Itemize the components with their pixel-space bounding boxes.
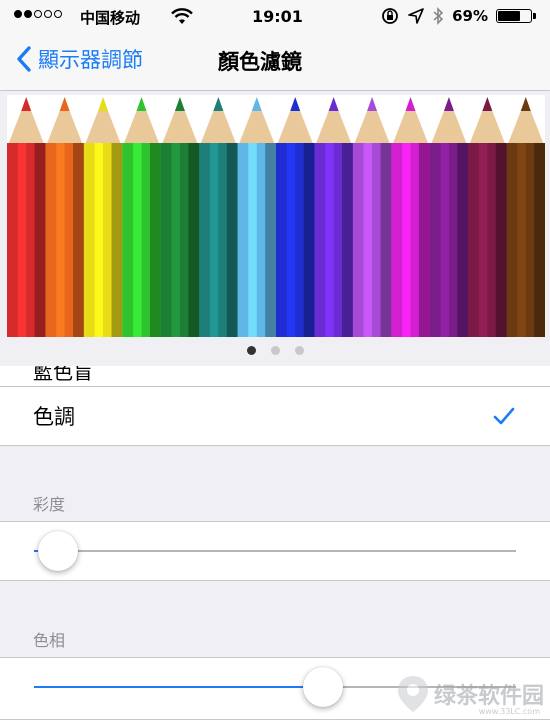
page-indicator-dot[interactable] [294, 346, 304, 355]
list-item-blue-yellow-partial[interactable]: 藍色盲 [0, 366, 550, 387]
location-icon [408, 8, 424, 24]
page-title: 顏色濾鏡 [218, 50, 302, 74]
hue-slider-thumb[interactable] [303, 667, 344, 707]
watermark: 绿茶软件园 www.33LC.com [396, 674, 544, 716]
saturation-slider-track[interactable] [34, 550, 516, 552]
status-bar: 中国移动 19:01 69% [0, 0, 550, 34]
signal-strength-icon [14, 10, 62, 18]
checkmark-icon [493, 407, 515, 425]
pencil [314, 97, 354, 337]
pencil [506, 97, 545, 337]
section-header-hue: 色相 [33, 631, 66, 650]
pencil [468, 97, 508, 337]
chevron-left-icon [17, 46, 31, 72]
section-header-saturation: 彩度 [33, 495, 66, 514]
carrier-name: 中国移动 [80, 9, 141, 27]
list-item-label: 藍色盲 [33, 366, 93, 384]
watermark-logo-icon [397, 676, 428, 712]
page-indicator-dot[interactable] [270, 346, 280, 355]
battery-percentage: 69% [452, 7, 488, 25]
navigation-bar: 顯示器調節 顏色濾鏡 [0, 34, 550, 91]
bluetooth-icon [433, 7, 444, 25]
list-item-label: 色調 [33, 405, 75, 429]
color-preview-image[interactable] [7, 95, 545, 337]
pencil [276, 97, 315, 337]
watermark-url: www.33LC.com [478, 707, 540, 716]
rotation-lock-icon [382, 8, 398, 24]
battery-icon [496, 9, 536, 23]
pencil [429, 97, 469, 337]
wifi-icon [171, 8, 193, 24]
page-indicator-dot[interactable] [246, 346, 256, 355]
list-item-color-tint[interactable]: 色調 [0, 387, 550, 446]
pencil [199, 97, 239, 337]
pencil [160, 97, 200, 337]
saturation-slider-thumb[interactable] [38, 531, 79, 571]
pencil [391, 97, 431, 337]
back-button[interactable]: 顯示器調節 [16, 44, 143, 74]
saturation-slider-row [0, 521, 550, 581]
pencil [7, 97, 46, 337]
pencils-illustration [7, 97, 545, 337]
pencil [45, 97, 85, 337]
watermark-text: 绿茶软件园 [433, 684, 544, 709]
clock: 19:01 [252, 7, 303, 26]
page-control[interactable] [0, 346, 550, 355]
pencil [237, 97, 277, 337]
pencil [83, 97, 123, 337]
pencil [122, 97, 162, 337]
pencil [352, 97, 392, 337]
back-button-label: 顯示器調節 [38, 48, 143, 72]
